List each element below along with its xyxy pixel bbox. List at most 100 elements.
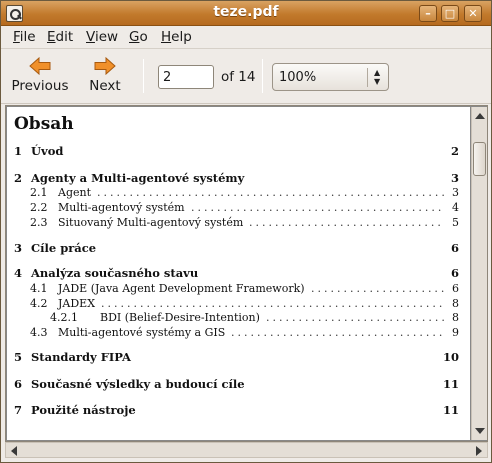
toc-entry-page: 2 (450, 144, 459, 158)
toc-entry-page: 4 (452, 201, 459, 214)
menu-help[interactable]: Help (161, 29, 192, 45)
toc-entry-page: 8 (452, 297, 459, 310)
menu-go[interactable]: Go (129, 29, 148, 45)
toc-section-entry[interactable]: 2.1 Agent 3...............................… (7, 185, 459, 200)
previous-page-button[interactable]: Previous (9, 53, 71, 101)
arrow-left-icon (29, 57, 51, 75)
toc-chapter-entry[interactable]: 3 Cíle práce 6 (7, 241, 459, 256)
toc-chapter-entry[interactable]: 7 Použité nástroje 11 (7, 403, 459, 418)
toc-leader-dots: ........................................… (231, 326, 444, 339)
document-view[interactable]: Obsah 1 Úvod 2 2 Agenty a Multi-agentové sys… (5, 105, 488, 442)
toc-chapter-entry[interactable]: 1 Úvod 2 (7, 144, 459, 159)
window-title: teze.pdf (213, 4, 279, 20)
toc-leader-dots: ........................................… (249, 216, 444, 229)
menu-view-mnemonic: V (86, 29, 95, 45)
next-page-button[interactable]: Next (83, 53, 127, 101)
scrollbar-thumb[interactable] (473, 142, 486, 176)
toc-entry-number: 3 (14, 241, 23, 255)
menu-edit-mnemonic: E (47, 29, 56, 45)
toc-entry-page: 8 (452, 311, 459, 324)
toc-section-entry[interactable]: 2.2 Multi-agentový systém 4...............… (7, 200, 459, 215)
zoom-value: 100% (279, 70, 317, 85)
next-label: Next (89, 78, 121, 94)
toc-chapter-entry[interactable]: 6 Současné výsledky a budoucí cíle 11 (7, 377, 459, 392)
toc-entry-page: 6 (452, 282, 459, 295)
menu-edit[interactable]: Edit (47, 29, 73, 45)
vertical-scrollbar[interactable] (471, 107, 487, 440)
toc-leader-dots: ........................................… (101, 297, 444, 310)
toc-entry-title: Cíle práce (31, 241, 97, 255)
toc-entry-number: 6 (14, 377, 23, 391)
minimize-button[interactable]: – (419, 5, 437, 22)
page-total-label: of 14 (221, 69, 256, 85)
toc-entry-number: 4.2.1 (50, 311, 78, 324)
horizontal-scrollbar[interactable] (5, 442, 488, 458)
arrow-right-icon (94, 57, 116, 75)
toc-entry-page: 9 (452, 326, 459, 339)
menu-help-label: elp (171, 29, 192, 45)
toc-entry-page: 6 (450, 266, 459, 280)
menu-file-mnemonic: F (13, 29, 20, 45)
toc-entry-page: 6 (450, 241, 459, 255)
zoom-divider (367, 68, 368, 87)
pdf-viewer-window: teze.pdf – □ ✕ File Edit View Go Help Pr… (0, 0, 492, 463)
toc-entry-number: 4 (14, 266, 23, 280)
toc-entry-number: 7 (14, 403, 23, 417)
toc-entry-page: 11 (442, 377, 459, 391)
menu-view[interactable]: View (86, 29, 118, 45)
toc-leader-dots: ........................................… (266, 311, 444, 324)
menu-go-mnemonic: G (129, 29, 140, 45)
toc-entry-title: Situovaný Multi-agentový systém (58, 216, 244, 229)
toc-entry-number: 5 (14, 350, 23, 364)
toc-entry-page: 11 (442, 403, 459, 417)
toc-entry-number: 2.2 (30, 201, 48, 214)
toc-section-entry[interactable]: 4.2.1 BDI (Belief-Desire-Intention) 8.....… (7, 310, 459, 325)
menu-view-label: iew (94, 29, 119, 45)
toc-entry-title: Použité nástroje (31, 403, 136, 417)
menu-file[interactable]: File (13, 29, 36, 45)
zoom-select[interactable]: 100% ▲ ▼ (272, 63, 389, 91)
toc-entry-number: 4.2 (30, 297, 48, 310)
menu-go-label: o (139, 29, 148, 45)
toc-section-entry[interactable]: 4.1 JADE (Java Agent Development Framewor… (7, 281, 459, 296)
toc-entry-title: BDI (Belief-Desire-Intention) (100, 311, 260, 324)
scroll-down-arrow-icon[interactable] (475, 428, 485, 434)
scroll-right-arrow-icon[interactable] (476, 446, 482, 456)
toc-entry-number: 1 (14, 144, 23, 158)
toc-entry-title: JADEX (58, 297, 96, 310)
toc-entry-title: Standardy FIPA (31, 350, 131, 364)
title-bar[interactable]: teze.pdf – □ ✕ (1, 1, 491, 26)
toc-entry-number: 2.1 (30, 186, 48, 199)
close-button[interactable]: ✕ (464, 5, 482, 22)
toc-section-entry[interactable]: 4.3 Multi-agentové systémy a GIS 9........… (7, 325, 459, 340)
toc-leader-dots: ........................................… (191, 201, 444, 214)
toc-section-entry[interactable]: 4.2 JADEX 8...............................… (7, 296, 459, 311)
toolbar-separator (262, 59, 263, 93)
toc-entry-page: 3 (452, 186, 459, 199)
toc-chapter-entry[interactable]: 2 Agenty a Multi-agentové systémy 3 (7, 171, 459, 186)
previous-label: Previous (11, 78, 69, 94)
toc-entry-title: Úvod (31, 144, 64, 158)
menu-file-label: ile (19, 29, 36, 45)
toc-entry-title: JADE (Java Agent Development Framework) (58, 282, 305, 295)
toc-entry-title: Agenty a Multi-agentové systémy (31, 171, 245, 185)
toc-leader-dots: ........................................… (311, 282, 444, 295)
page-number-input[interactable] (158, 65, 214, 89)
toc-entry-title: Multi-agentový systém (58, 201, 185, 214)
toc-entry-number: 4.3 (30, 326, 48, 339)
spin-arrows-icon: ▲ ▼ (374, 68, 381, 86)
toc-entry-page: 10 (442, 350, 459, 364)
toc-entry-title: Multi-agentové systémy a GIS (58, 326, 226, 339)
toc-section-entry[interactable]: 2.3 Situovaný Multi-agentový systém 5.....… (7, 215, 459, 230)
menu-edit-label: dit (55, 29, 74, 45)
toc-chapter-entry[interactable]: 4 Analýza současného stavu 6 (7, 266, 459, 281)
toc-entry-number: 2.3 (30, 216, 48, 229)
pdf-page: Obsah 1 Úvod 2 2 Agenty a Multi-agentové sys… (7, 107, 470, 440)
toc-entry-title: Agent (58, 186, 91, 199)
scroll-left-arrow-icon[interactable] (11, 446, 17, 456)
toc-entry-number: 2 (14, 171, 23, 185)
maximize-button[interactable]: □ (441, 5, 459, 22)
scroll-up-arrow-icon[interactable] (475, 113, 485, 119)
toc-chapter-entry[interactable]: 5 Standardy FIPA 10 (7, 350, 459, 365)
toc-entry-number: 4.1 (30, 282, 48, 295)
